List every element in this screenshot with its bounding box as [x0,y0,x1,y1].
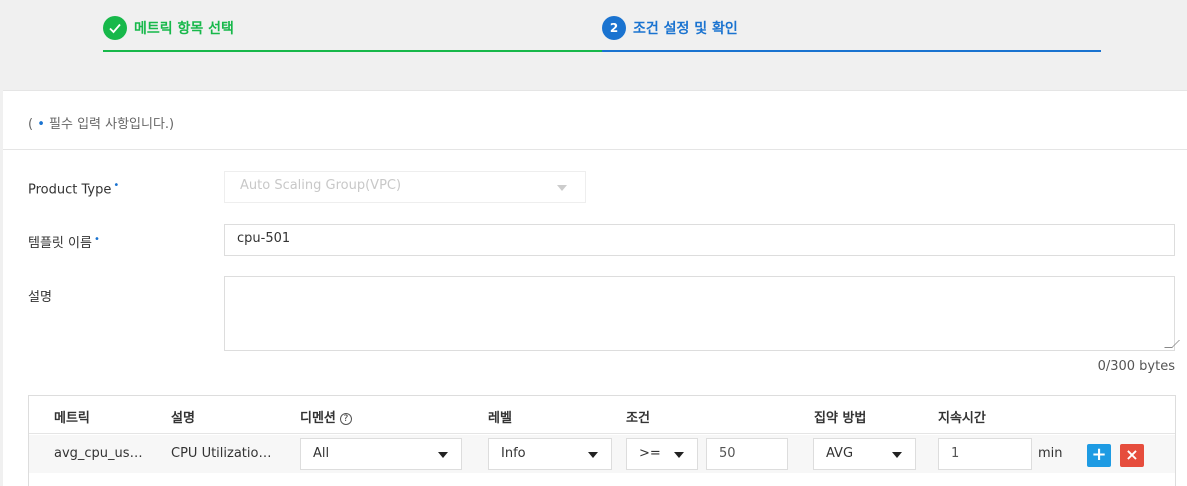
header-description: 설명 [171,411,195,426]
header-condition: 조건 [626,411,650,426]
form-panel: ( • 필수 입력 사항입니다.) Product Type • Auto Sca… [3,90,1187,486]
required-marker-icon: • [93,233,100,245]
step-label: 조건 설정 및 확인 [633,21,738,37]
duration-input[interactable]: 1 [938,438,1032,470]
metric-description-cell: CPU Utilizatio… [171,446,272,461]
dimension-select[interactable]: All [300,438,462,470]
metric-condition-table: 메트릭 설명 디멘션? 레벨 조건 집약 방법 지속시간 avg_cpu_us…… [28,395,1176,486]
operator-select[interactable]: >= [626,438,698,470]
delete-condition-button[interactable]: × [1120,444,1144,467]
level-select[interactable]: Info [488,438,612,470]
header-level: 레벨 [488,411,512,426]
stepper: 메트릭 항목 선택 2 조건 설정 및 확인 [0,0,1187,90]
resize-handle-icon[interactable] [1164,340,1180,348]
metric-name-cell: avg_cpu_us… [54,446,143,461]
caret-down-icon [892,452,902,458]
header-duration: 지속시간 [938,411,986,426]
add-condition-button[interactable]: + [1087,444,1111,467]
header-metric: 메트릭 [54,411,90,426]
step-condition-settings[interactable]: 2 조건 설정 및 확인 [602,16,738,40]
header-dimension: 디멘션? [300,407,352,426]
required-marker-icon: • [113,180,120,191]
duration-unit: min [1038,446,1063,461]
product-type-select: Auto Scaling Group(VPC) [224,171,586,203]
caret-down-icon [438,452,448,458]
help-icon[interactable]: ? [339,412,352,425]
divider [3,149,1187,150]
aggregation-select[interactable]: AVG [813,438,916,470]
required-dot-icon: • [37,117,45,132]
step-number: 2 [602,16,626,40]
step-metric-selection[interactable]: 메트릭 항목 선택 [103,16,234,40]
step-progress-line-active [602,50,1101,52]
step-progress-line-completed [103,50,602,52]
check-icon [103,16,127,40]
product-type-label: Product Type • [28,180,120,198]
caret-down-icon [674,452,684,458]
step-label: 메트릭 항목 선택 [134,21,234,37]
description-textarea[interactable] [224,276,1180,351]
header-aggregation: 집약 방법 [814,411,867,426]
required-note: ( • 필수 입력 사항입니다.) [28,117,175,132]
table-row: avg_cpu_us… CPU Utilizatio… All Info >= … [29,435,1175,473]
template-name-input[interactable]: cpu-501 [224,224,1175,256]
caret-down-icon [588,452,598,458]
byte-counter: 0/300 bytes [1097,359,1175,374]
description-label: 설명 [28,290,52,305]
threshold-input[interactable]: 50 [706,438,788,470]
template-name-label: 템플릿 이름 • [28,233,100,251]
table-header: 메트릭 설명 디멘션? 레벨 조건 집약 방법 지속시간 [29,396,1175,434]
caret-down-icon [557,185,567,191]
